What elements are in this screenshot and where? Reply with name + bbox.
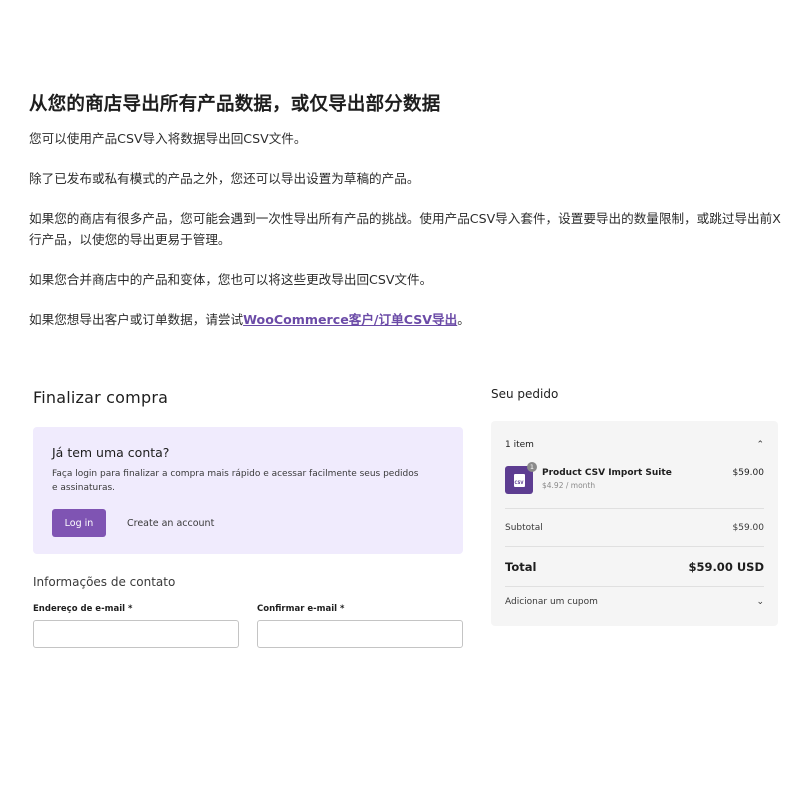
total-label: Total (505, 559, 537, 574)
intro-paragraph-4: 如果您合并商店中的产品和变体，您也可以将这些更改导出回CSV文件。 (29, 272, 433, 287)
order-box: 1 item ⌃ CSV 1 Product CSV Import Suite … (491, 421, 778, 626)
product-period-price: $4.92 / month (542, 481, 596, 490)
chevron-down-icon[interactable]: ⌄ (756, 597, 764, 607)
login-button[interactable]: Log in (52, 509, 106, 537)
product-price: $59.00 (732, 468, 765, 478)
order-line-item: CSV 1 Product CSV Import Suite $4.92 / m… (505, 462, 765, 509)
account-actions: Log in Create an account (52, 509, 444, 537)
confirm-email-label: Confirmar e-mail * (257, 604, 345, 614)
items-count: 1 item (505, 440, 534, 450)
email-label: Endereço de e-mail * (33, 604, 133, 614)
items-toggle[interactable]: 1 item ⌃ (505, 421, 764, 466)
checkout-section: Finalizar compra Já tem uma conta? Faça … (33, 388, 463, 648)
subtotal-label: Subtotal (505, 522, 543, 533)
product-thumbnail: CSV 1 (505, 462, 537, 494)
email-field-group: Endereço de e-mail * (33, 604, 239, 648)
subtotal-row: Subtotal $59.00 (505, 509, 764, 547)
product-name: Product CSV Import Suite (542, 468, 672, 478)
checkout-title: Finalizar compra (33, 388, 169, 407)
csv-file-icon: CSV (513, 473, 525, 487)
email-fields: Endereço de e-mail * Confirmar e-mail * (33, 604, 463, 648)
account-description: Faça login para finalizar a compra mais … (52, 469, 419, 493)
confirm-email-input[interactable] (257, 620, 463, 648)
order-summary: Seu pedido 1 item ⌃ CSV 1 Product CSV Im… (491, 387, 778, 626)
subtotal-value: $59.00 (732, 522, 765, 533)
intro-paragraph-5: 如果您想导出客户或订单数据，请尝试WooCommerce客户/订单CSV导出。 (29, 309, 789, 330)
total-value: $59.00 USD (688, 559, 764, 574)
account-question: Já tem uma conta? (52, 445, 170, 460)
intro-paragraph-2: 除了已发布或私有模式的产品之外，您还可以导出设置为草稿的产品。 (29, 171, 420, 186)
confirm-email-field-group: Confirmar e-mail * (257, 604, 463, 648)
order-title: Seu pedido (491, 387, 559, 401)
paragraph-5-prefix: 如果您想导出客户或订单数据，请尝试 (29, 312, 244, 327)
coupon-label: Adicionar um cupom (505, 597, 598, 607)
intro-section: 从您的商店导出所有产品数据，或仅导出部分数据 您可以使用产品CSV导入将数据导出… (29, 90, 789, 349)
thumb-text: CSV (514, 479, 524, 485)
intro-paragraph-1: 您可以使用产品CSV导入将数据导出回CSV文件。 (29, 131, 307, 146)
paragraph-5-suffix: 。 (457, 312, 470, 327)
contact-info-title: Informações de contato (33, 575, 176, 589)
coupon-toggle[interactable]: Adicionar um cupom ⌄ (505, 587, 764, 617)
total-row: Total $59.00 USD (505, 547, 764, 587)
customer-order-csv-export-link[interactable]: WooCommerce客户/订单CSV导出 (243, 312, 457, 327)
page-heading: 从您的商店导出所有产品数据，或仅导出部分数据 (29, 94, 441, 115)
chevron-up-icon[interactable]: ⌃ (756, 440, 764, 450)
create-account-link[interactable]: Create an account (127, 518, 214, 529)
product-left: CSV 1 Product CSV Import Suite $4.92 / m… (505, 462, 672, 494)
intro-paragraph-3: 如果您的商店有很多产品，您可能会遇到一次性导出所有产品的挑战。使用产品CSV导入… (29, 211, 781, 247)
account-login-box: Já tem uma conta? Faça login para finali… (33, 427, 463, 554)
product-info: Product CSV Import Suite $4.92 / month (542, 466, 672, 490)
email-input[interactable] (33, 620, 239, 648)
quantity-badge: 1 (527, 462, 537, 472)
